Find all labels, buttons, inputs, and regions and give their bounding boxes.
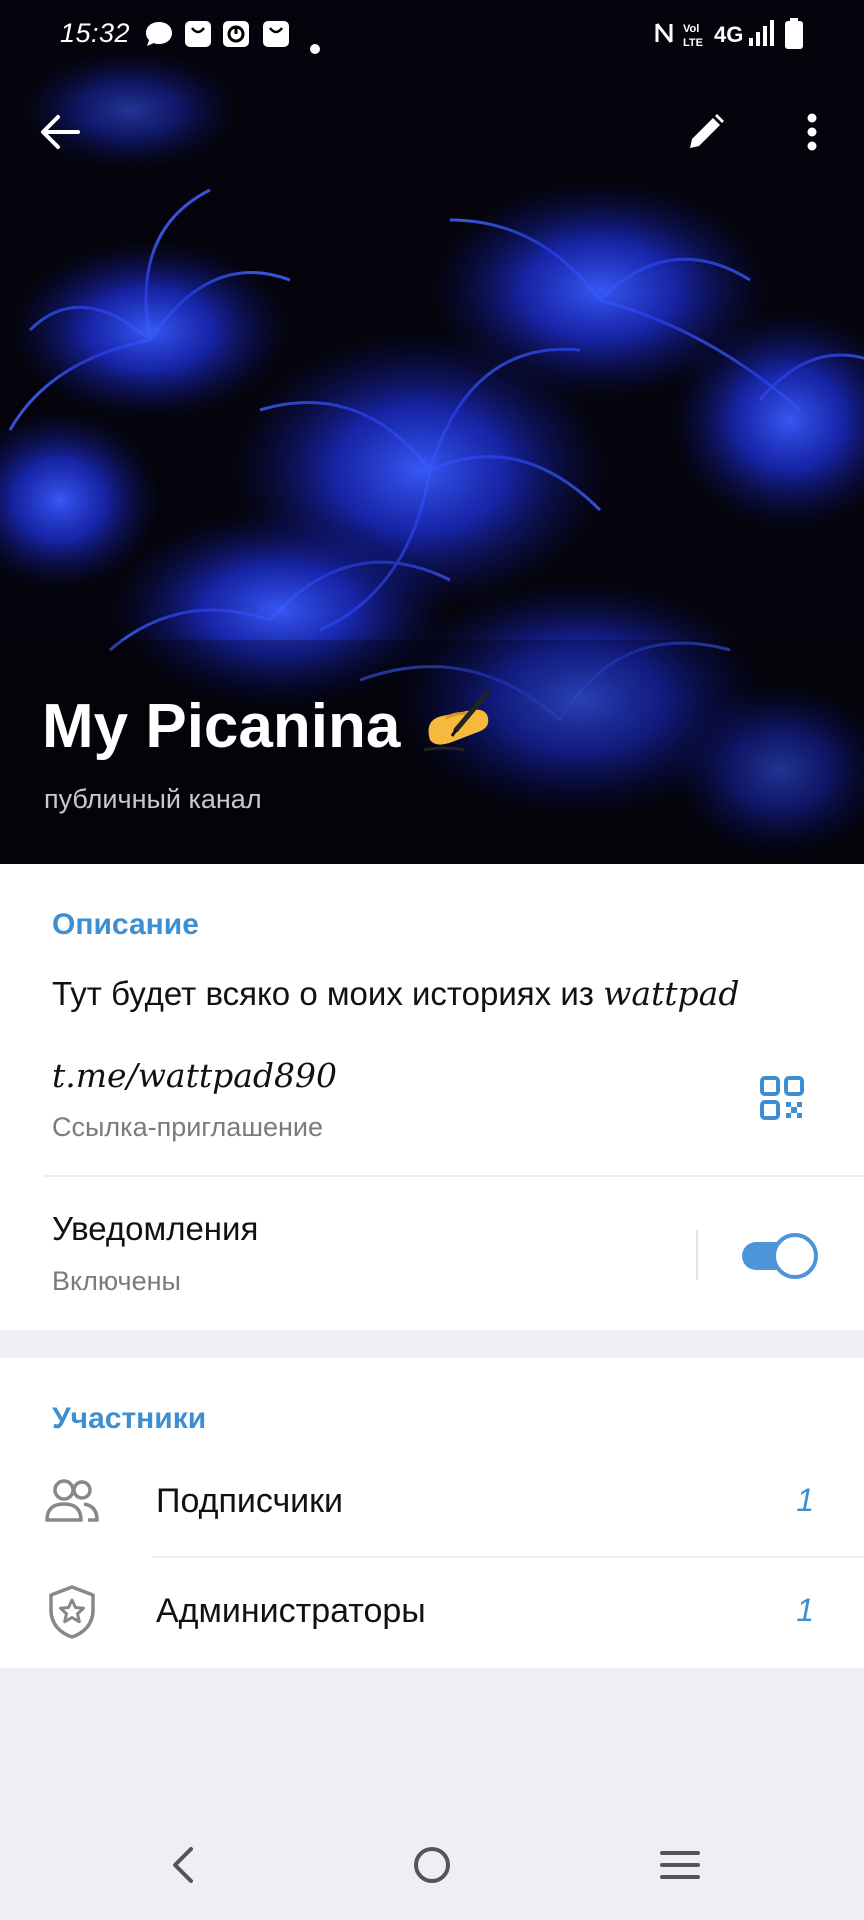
channel-description[interactable]: Тут будет всяко о моих историях из wattp… [52,974,739,1013]
signal-icon [748,18,776,55]
vertical-separator [696,1230,698,1280]
back-button[interactable] [24,96,96,168]
notifications-label: Уведомления [52,1210,259,1247]
description-styled-word: wattpad [603,974,740,1013]
nfc-icon [654,18,674,55]
nav-back-button[interactable] [142,1830,222,1900]
channel-type: публичный канал [44,784,262,814]
notifications-status: Включены [52,1266,181,1296]
writing-hand-emoji [416,689,492,771]
qr-code-button[interactable] [760,1076,804,1125]
users-icon [44,1478,100,1529]
chat-bubble-icon [144,20,174,55]
pie-app-icon [222,20,250,55]
more-vertical-icon [807,113,817,151]
participants-section-title: Участники [52,1402,207,1435]
network-4g-icon: 4G [714,22,744,47]
menu-lines-icon [660,1851,700,1879]
home-circle-icon [414,1847,450,1883]
invite-link-caption: Ссылка-приглашение [52,1112,324,1142]
subscribers-label: Подписчики [156,1482,344,1520]
invite-link[interactable]: t.me/wattpad890 [52,1056,337,1095]
administrators-count: 1 [796,1592,814,1628]
channel-header: 15:32 Vol LTE 4G My Picanina публичный к… [0,0,864,864]
description-section-title: Описание [52,908,199,941]
svg-text:LTE: LTE [683,37,703,49]
shield-star-icon [46,1584,98,1645]
battery-icon [784,18,804,57]
toggle-knob [772,1233,818,1279]
channel-title: My Picanina [42,689,492,771]
shopping-bag-icon [262,20,290,55]
subscribers-count: 1 [796,1482,814,1518]
description-text: Тут будет всяко о моих историях из [52,975,604,1012]
svg-text:Vol: Vol [683,23,699,35]
edit-button[interactable] [670,96,742,168]
nav-recents-button[interactable] [640,1830,720,1900]
channel-info-section: Описание Тут будет всяко о моих историях… [0,864,864,1330]
channel-name: My Picanina [42,691,401,761]
participants-section: Участники Подписчики 1 Администраторы 1 [0,1358,864,1668]
more-options-button[interactable] [776,96,848,168]
divider [44,1175,864,1177]
arrow-left-icon [41,115,80,149]
chevron-left-icon [173,1847,193,1883]
pencil-icon [690,114,724,148]
dot-icon [310,30,320,61]
divider [152,1556,864,1558]
notifications-toggle[interactable] [742,1232,818,1279]
volte-icon: Vol LTE [682,20,708,57]
status-bar: 15:32 Vol LTE 4G [0,0,864,70]
qr-code-icon [760,1076,804,1120]
status-time: 15:32 [60,18,131,48]
nav-home-button[interactable] [392,1830,472,1900]
administrators-label: Администраторы [156,1592,426,1630]
system-navigation-bar [0,1810,864,1920]
shopping-bag-icon [184,20,212,55]
